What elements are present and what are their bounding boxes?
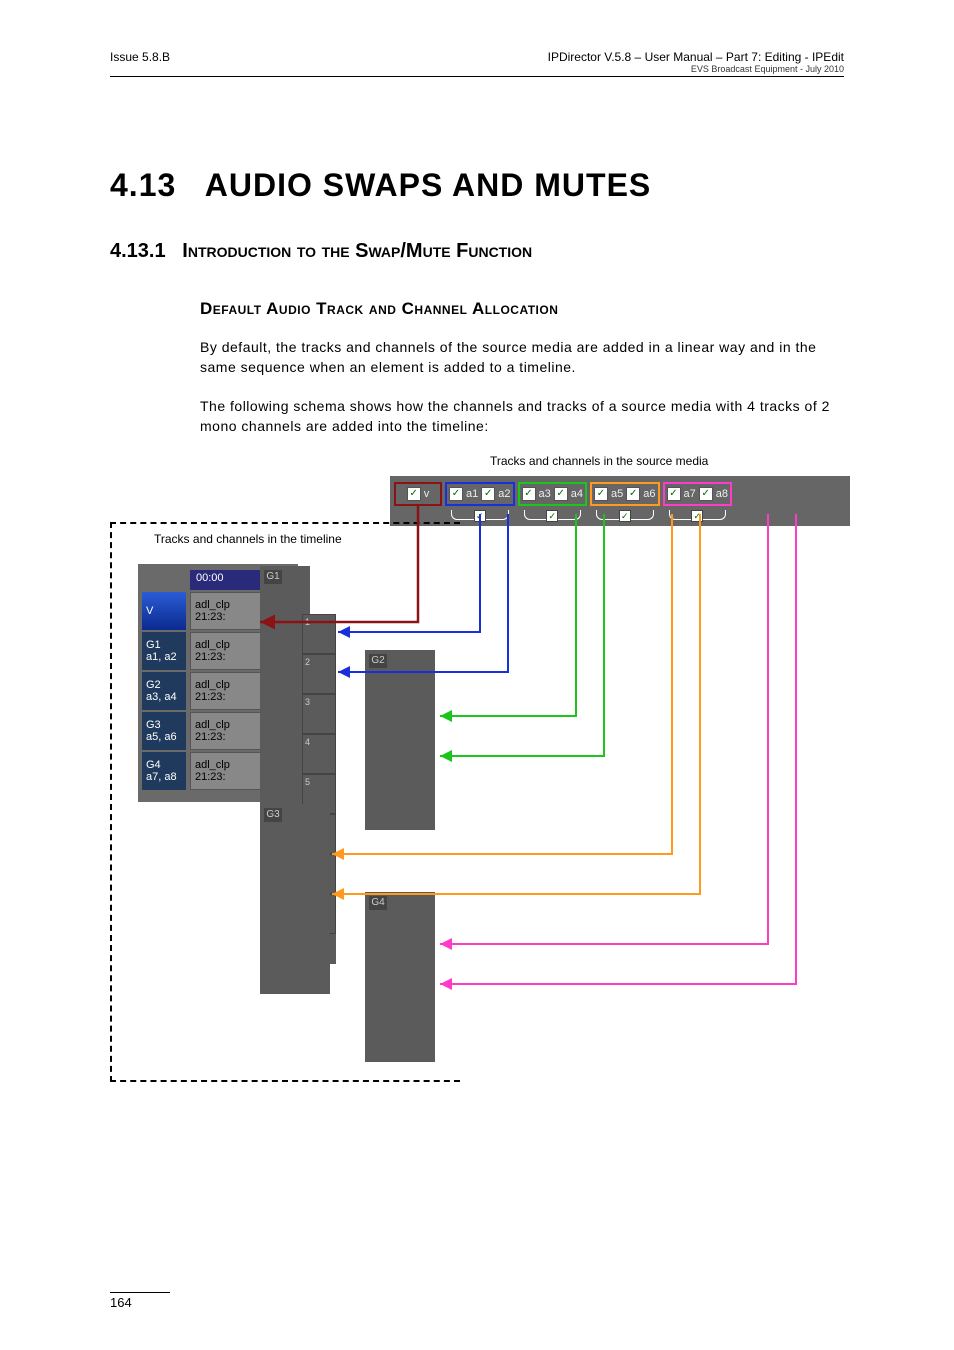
check-icon[interactable]: ✓ bbox=[449, 487, 463, 501]
channel-label: a7 bbox=[684, 488, 696, 500]
group-label: G3 bbox=[264, 808, 282, 822]
timeline-label: Tracks and channels in the timeline bbox=[150, 532, 346, 546]
check-icon[interactable]: ✓ bbox=[699, 487, 713, 501]
section-title: AUDIO SWAPS AND MUTES bbox=[205, 167, 652, 203]
timeline-col-g2: G2 bbox=[365, 650, 435, 830]
group-label: G2 bbox=[369, 654, 387, 668]
check-icon[interactable]: ✓ bbox=[407, 487, 421, 501]
channel-pair-4: ✓a7 ✓a8 ✓ bbox=[663, 482, 733, 506]
check-icon[interactable]: ✓ bbox=[594, 487, 608, 501]
channel-label: a8 bbox=[716, 488, 728, 500]
group-label: G4 bbox=[369, 896, 387, 910]
channel-label: a3 bbox=[539, 488, 551, 500]
track-badge-g3: G3 a5, a6 bbox=[142, 712, 186, 750]
track-badge-g1: G1 a1, a2 bbox=[142, 632, 186, 670]
source-header: ✓ v ✓a1 ✓a2 ✓ ✓a3 ✓a4 ✓ ✓a5 ✓a6 ✓ ✓a7 ✓a… bbox=[390, 476, 850, 526]
check-icon[interactable]: ✓ bbox=[667, 487, 681, 501]
channel-label: a5 bbox=[611, 488, 623, 500]
manual-subtitle: EVS Broadcast Equipment - July 2010 bbox=[548, 64, 844, 74]
video-label: v bbox=[424, 488, 430, 500]
channel-pair-3: ✓a5 ✓a6 ✓ bbox=[590, 482, 660, 506]
channel-pair-2: ✓a3 ✓a4 ✓ bbox=[518, 482, 588, 506]
manual-title: IPDirector V.5.8 – User Manual – Part 7:… bbox=[548, 50, 844, 64]
track-badge-g2: G2 a3, a4 bbox=[142, 672, 186, 710]
row-num: 2 bbox=[302, 654, 336, 694]
paragraph-2: The following schema shows how the chann… bbox=[200, 396, 844, 437]
check-icon[interactable]: ✓ bbox=[619, 510, 631, 522]
check-icon[interactable]: ✓ bbox=[522, 487, 536, 501]
video-checkbox-block: ✓ v bbox=[394, 482, 442, 506]
paragraph-1: By default, the tracks and channels of t… bbox=[200, 337, 844, 378]
track-badge-v: V bbox=[142, 592, 186, 630]
track-badge-g4: G4 a7, a8 bbox=[142, 752, 186, 790]
check-icon[interactable]: ✓ bbox=[554, 487, 568, 501]
subsection-number: 4.13.1 bbox=[110, 240, 166, 262]
source-media-label: Tracks and channels in the source media bbox=[490, 454, 708, 468]
check-icon[interactable]: ✓ bbox=[481, 487, 495, 501]
issue-label: Issue 5.8.B bbox=[110, 50, 170, 64]
channel-label: a1 bbox=[466, 488, 478, 500]
check-icon[interactable]: ✓ bbox=[691, 510, 703, 522]
page-header: Issue 5.8.B IPDirector V.5.8 – User Manu… bbox=[110, 50, 844, 77]
check-icon[interactable]: ✓ bbox=[546, 510, 558, 522]
channel-pair-1: ✓a1 ✓a2 ✓ bbox=[445, 482, 515, 506]
timeline-col-g3: G3 bbox=[260, 804, 330, 994]
group-label: G1 bbox=[264, 570, 282, 584]
channel-label: a6 bbox=[643, 488, 655, 500]
row-num: 3 bbox=[302, 694, 336, 734]
channel-label: a4 bbox=[571, 488, 583, 500]
diagram: Tracks and channels in the source media … bbox=[110, 454, 850, 1104]
channel-label: a2 bbox=[498, 488, 510, 500]
subsubsection-heading: Default Audio Track and Channel Allocati… bbox=[200, 299, 844, 319]
row-num: 1 bbox=[302, 614, 336, 654]
page-number: 164 bbox=[110, 1292, 170, 1310]
row-num: 4 bbox=[302, 734, 336, 774]
subsection-title: Introduction to the Swap/Mute Function bbox=[182, 240, 532, 262]
check-icon[interactable]: ✓ bbox=[626, 487, 640, 501]
section-number: 4.13 bbox=[110, 167, 176, 203]
subsection-heading: 4.13.1 Introduction to the Swap/Mute Fun… bbox=[110, 240, 844, 263]
timeline-col-g4: G4 bbox=[365, 892, 435, 1062]
section-heading: 4.13 AUDIO SWAPS AND MUTES bbox=[110, 167, 844, 204]
check-icon[interactable]: ✓ bbox=[474, 510, 486, 522]
